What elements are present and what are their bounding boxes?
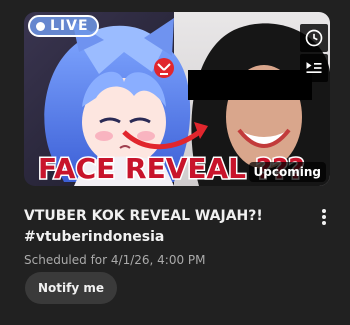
more-vertical-icon bbox=[322, 209, 326, 225]
scheduled-time: Scheduled for 4/1/26, 4:00 PM bbox=[24, 253, 206, 267]
add-to-queue-button[interactable] bbox=[300, 54, 328, 82]
more-actions-button[interactable] bbox=[314, 206, 334, 228]
clock-icon bbox=[305, 29, 323, 47]
video-card[interactable]: FACE REVEAL ??? LIVE Upcoming VTUBER KOK… bbox=[0, 0, 350, 325]
live-badge: LIVE bbox=[28, 15, 99, 37]
thumbnail-actions bbox=[300, 24, 328, 82]
notify-me-button[interactable]: Notify me bbox=[25, 272, 117, 304]
video-thumbnail[interactable]: FACE REVEAL ??? LIVE Upcoming bbox=[24, 12, 330, 186]
thumbnail-image: FACE REVEAL ??? bbox=[24, 12, 330, 186]
add-to-queue-icon bbox=[306, 62, 322, 73]
live-label: LIVE bbox=[50, 18, 89, 34]
watch-later-button[interactable] bbox=[300, 24, 328, 52]
live-dot-icon bbox=[36, 21, 45, 31]
status-badge: Upcoming bbox=[248, 162, 326, 182]
video-title[interactable]: VTUBER KOK REVEAL WAJAH?! #vtuberindones… bbox=[24, 206, 304, 248]
